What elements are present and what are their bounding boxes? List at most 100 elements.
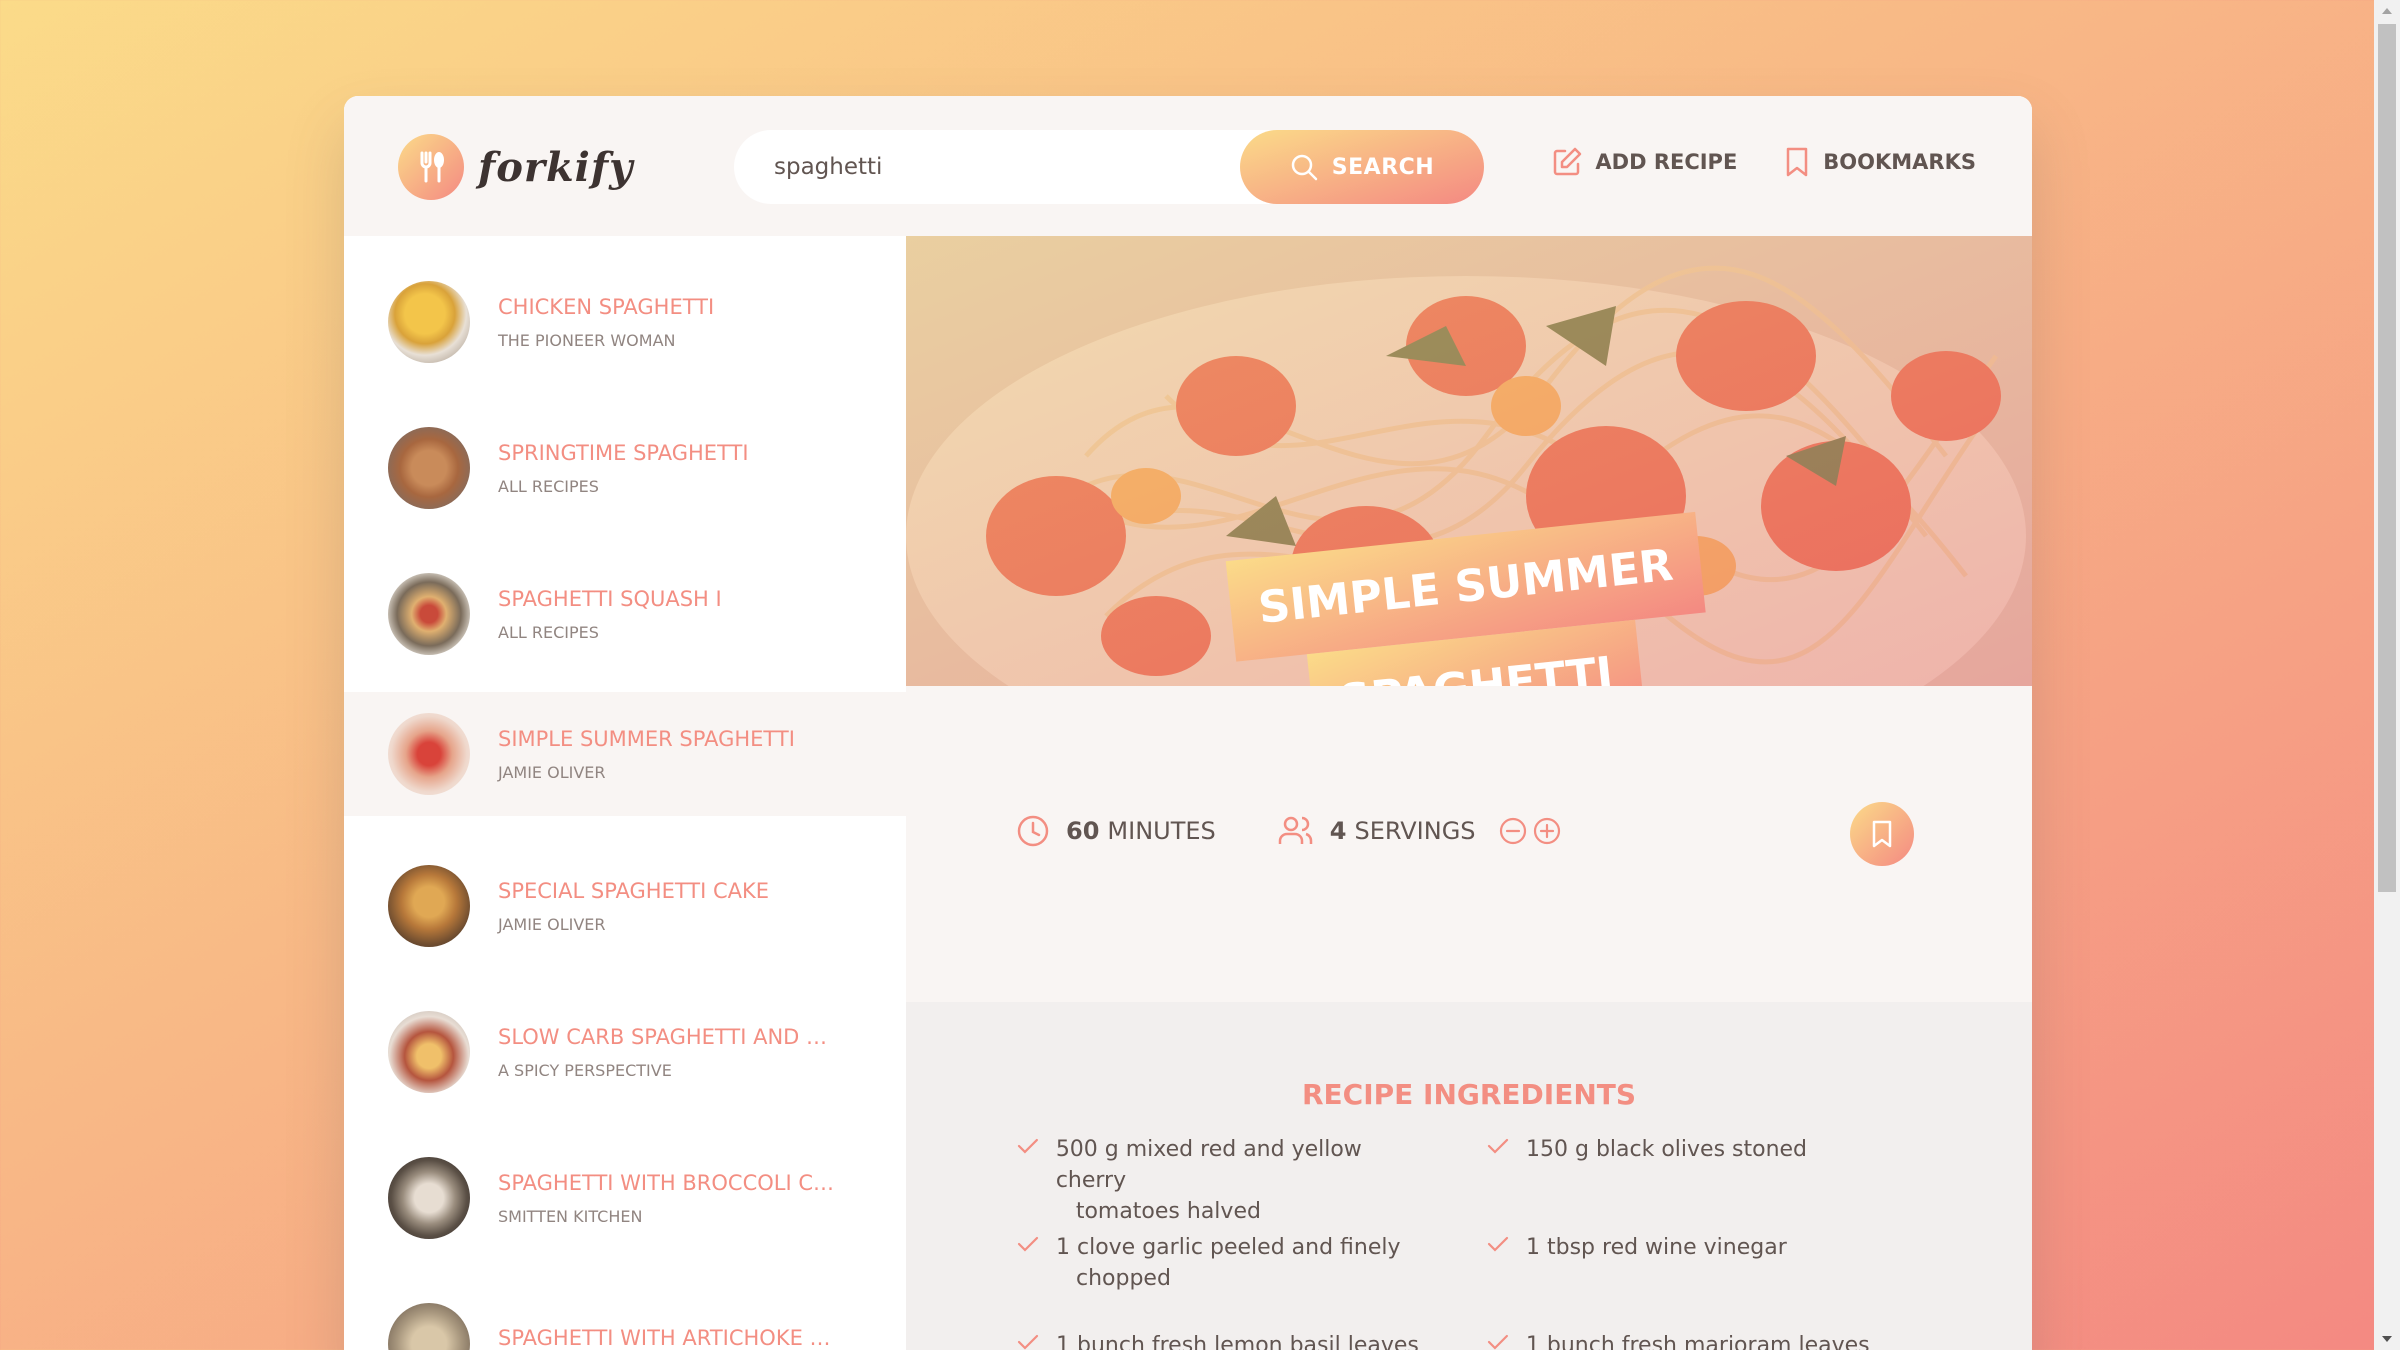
cooking-time-value: 60 [1066, 817, 1100, 845]
result-thumbnail [388, 1157, 470, 1239]
ingredient-item: 1 clove garlic peeled and finely chopped [1016, 1232, 1436, 1294]
ingredient-line: 1 bunch fresh marjoram leaves picked [1525, 1333, 1870, 1350]
servings-label: SERVINGS [1354, 817, 1476, 845]
check-icon [1487, 1334, 1508, 1350]
cooking-time: 60 MINUTES [1016, 814, 1216, 848]
result-publisher: THE PIONEER WOMAN [498, 330, 676, 350]
result-thumbnail [388, 1303, 470, 1350]
result-text: SIMPLE SUMMER SPAGHETTI JAMIE OLIVER [498, 727, 795, 782]
ingredient-line: chopped [1076, 1266, 1171, 1291]
ingredient-line: 150 g black olives stoned [1526, 1137, 1808, 1162]
result-thumbnail [388, 281, 470, 363]
ingredient-item: 1 bunch fresh lemon basil leaves picked [1016, 1330, 1436, 1350]
ingredient-text: 150 g black olives stoned [1526, 1134, 1807, 1165]
check-icon [1487, 1138, 1509, 1154]
search-results: CHICKEN SPAGHETTI THE PIONEER WOMAN SPRI… [344, 236, 906, 1350]
result-title: SPAGHETTI WITH ARTICHOKE HE... [498, 1326, 838, 1350]
bookmark-icon [1872, 820, 1892, 848]
ingredient-item: 500 g mixed red and yellow cherry tomato… [1016, 1134, 1436, 1227]
result-item[interactable]: SPRINGTIME SPAGHETTI ALL RECIPES [344, 406, 906, 530]
recipe-ingredients: RECIPE INGREDIENTS 500 g mixed red and y… [906, 1002, 2032, 1350]
recipe-view: SIMPLE SUMMER SPAGHETTI 60 MINUTES [906, 236, 2032, 1350]
ingredients-heading: RECIPE INGREDIENTS [1301, 1078, 1637, 1111]
search-input[interactable] [774, 154, 1194, 180]
page-scrollbar[interactable] [2374, 0, 2400, 1350]
ingredient-item: 150 g black olives stoned [1486, 1134, 1906, 1165]
check-icon [1017, 1236, 1039, 1252]
bookmark-recipe-button[interactable] [1850, 802, 1914, 866]
result-title: SPRINGTIME SPAGHETTI [498, 440, 749, 465]
users-icon [1278, 816, 1313, 844]
result-title: SIMPLE SUMMER SPAGHETTI [498, 726, 795, 751]
ingredient-line: tomatoes halved [1075, 1199, 1261, 1224]
ingredient-text: 1 tbsp red wine vinegar [1526, 1232, 1787, 1263]
result-item[interactable]: CHICKEN SPAGHETTI THE PIONEER WOMAN [344, 260, 906, 384]
ingredient-text: 1 bunch fresh lemon basil leaves picked [1056, 1330, 1419, 1350]
app-container: forkify SEARCH ADD RECIPE [344, 96, 2032, 1350]
result-publisher: ALL RECIPES [498, 622, 599, 642]
search-button[interactable]: SEARCH [1240, 130, 1484, 204]
minus-circle-icon[interactable] [1498, 816, 1528, 846]
servings: 4 SERVINGS [1278, 814, 1562, 848]
result-title: SPAGHETTI SQUASH I [498, 586, 722, 611]
fork-knife-icon [398, 134, 464, 200]
check-icon [1017, 1334, 1039, 1350]
logo[interactable]: forkify [398, 134, 633, 200]
result-text: SPAGHETTI SQUASH I ALL RECIPES [498, 587, 722, 642]
logo-text: forkify [478, 143, 634, 191]
scrollbar-thumb[interactable] [2378, 24, 2396, 892]
result-title: CHICKEN SPAGHETTI [498, 294, 715, 319]
servings-value: 4 [1329, 817, 1347, 845]
search-button-label: SEARCH [1331, 154, 1435, 180]
result-item[interactable]: SPECIAL SPAGHETTI CAKE JAMIE OLIVER [344, 844, 906, 968]
result-item[interactable]: SPAGHETTI SQUASH I ALL RECIPES [344, 552, 906, 676]
recipe-details: 60 MINUTES 4 SERVINGS [1016, 796, 1936, 866]
check-icon [1487, 1236, 1509, 1252]
result-item-active[interactable]: SIMPLE SUMMER SPAGHETTI JAMIE OLIVER [344, 692, 906, 816]
servings-buttons [1498, 816, 1562, 846]
result-publisher: ALL RECIPES [498, 476, 599, 496]
result-title: SPECIAL SPAGHETTI CAKE [498, 878, 770, 903]
recipe-hero-image: SIMPLE SUMMER SPAGHETTI [906, 236, 2032, 686]
result-text: SPAGHETTI WITH BROCCOLI CRE... SMITTEN K… [498, 1171, 838, 1226]
ingredient-text: 500 g mixed red and yellow cherry tomato… [1056, 1134, 1436, 1227]
add-recipe-label: ADD RECIPE [1595, 150, 1738, 174]
add-recipe-button[interactable]: ADD RECIPE [1551, 146, 1737, 178]
result-text: CHICKEN SPAGHETTI THE PIONEER WOMAN [498, 295, 714, 350]
result-title: SLOW CARB SPAGHETTI AND ME... [498, 1024, 838, 1049]
bookmarks-button[interactable]: BOOKMARKS [1783, 146, 1976, 178]
plus-circle-icon[interactable] [1532, 816, 1562, 846]
result-item[interactable]: SPAGHETTI WITH ARTICHOKE HE... [344, 1282, 906, 1350]
header: forkify SEARCH ADD RECIPE [344, 96, 2032, 236]
result-item[interactable]: SPAGHETTI WITH BROCCOLI CRE... SMITTEN K… [344, 1136, 906, 1260]
result-publisher: SMITTEN KITCHEN [498, 1206, 643, 1226]
result-publisher: JAMIE OLIVER [498, 914, 606, 934]
result-text: SPRINGTIME SPAGHETTI ALL RECIPES [498, 441, 749, 496]
ingredient-line: 1 bunch fresh lemon basil leaves [1056, 1333, 1419, 1350]
result-text: SPAGHETTI WITH ARTICHOKE HE... [498, 1326, 838, 1350]
result-item[interactable]: SLOW CARB SPAGHETTI AND ME... A SPICY PE… [344, 990, 906, 1114]
ingredient-line: 1 tbsp red wine vinegar [1526, 1235, 1787, 1260]
nav: ADD RECIPE BOOKMARKS [1551, 146, 1976, 178]
result-thumbnail [388, 573, 470, 655]
ingredient-line: 500 g mixed red and yellow cherry [1055, 1137, 1362, 1193]
clock-icon [1017, 815, 1049, 847]
search-form: SEARCH [734, 130, 1484, 204]
result-thumbnail [388, 1011, 470, 1093]
result-thumbnail [388, 713, 470, 795]
edit-icon [1554, 147, 1582, 176]
result-title: SPAGHETTI WITH BROCCOLI CRE... [498, 1170, 838, 1195]
result-publisher: JAMIE OLIVER [498, 762, 606, 782]
ingredient-item: 1 tbsp red wine vinegar [1486, 1232, 1906, 1263]
result-thumbnail [388, 427, 470, 509]
bookmarks-label: BOOKMARKS [1823, 150, 1976, 174]
check-icon [1017, 1138, 1038, 1154]
result-text: SPECIAL SPAGHETTI CAKE JAMIE OLIVER [498, 879, 769, 934]
ingredient-text: 1 bunch fresh marjoram leaves picked [1526, 1330, 1946, 1350]
result-thumbnail [388, 865, 470, 947]
cooking-time-label: MINUTES [1107, 817, 1216, 845]
result-text: SLOW CARB SPAGHETTI AND ME... A SPICY PE… [498, 1025, 838, 1080]
scroll-up-icon[interactable] [2382, 8, 2392, 14]
scroll-down-icon[interactable] [2382, 1336, 2392, 1342]
ingredient-text: 1 clove garlic peeled and finely chopped [1056, 1232, 1401, 1294]
